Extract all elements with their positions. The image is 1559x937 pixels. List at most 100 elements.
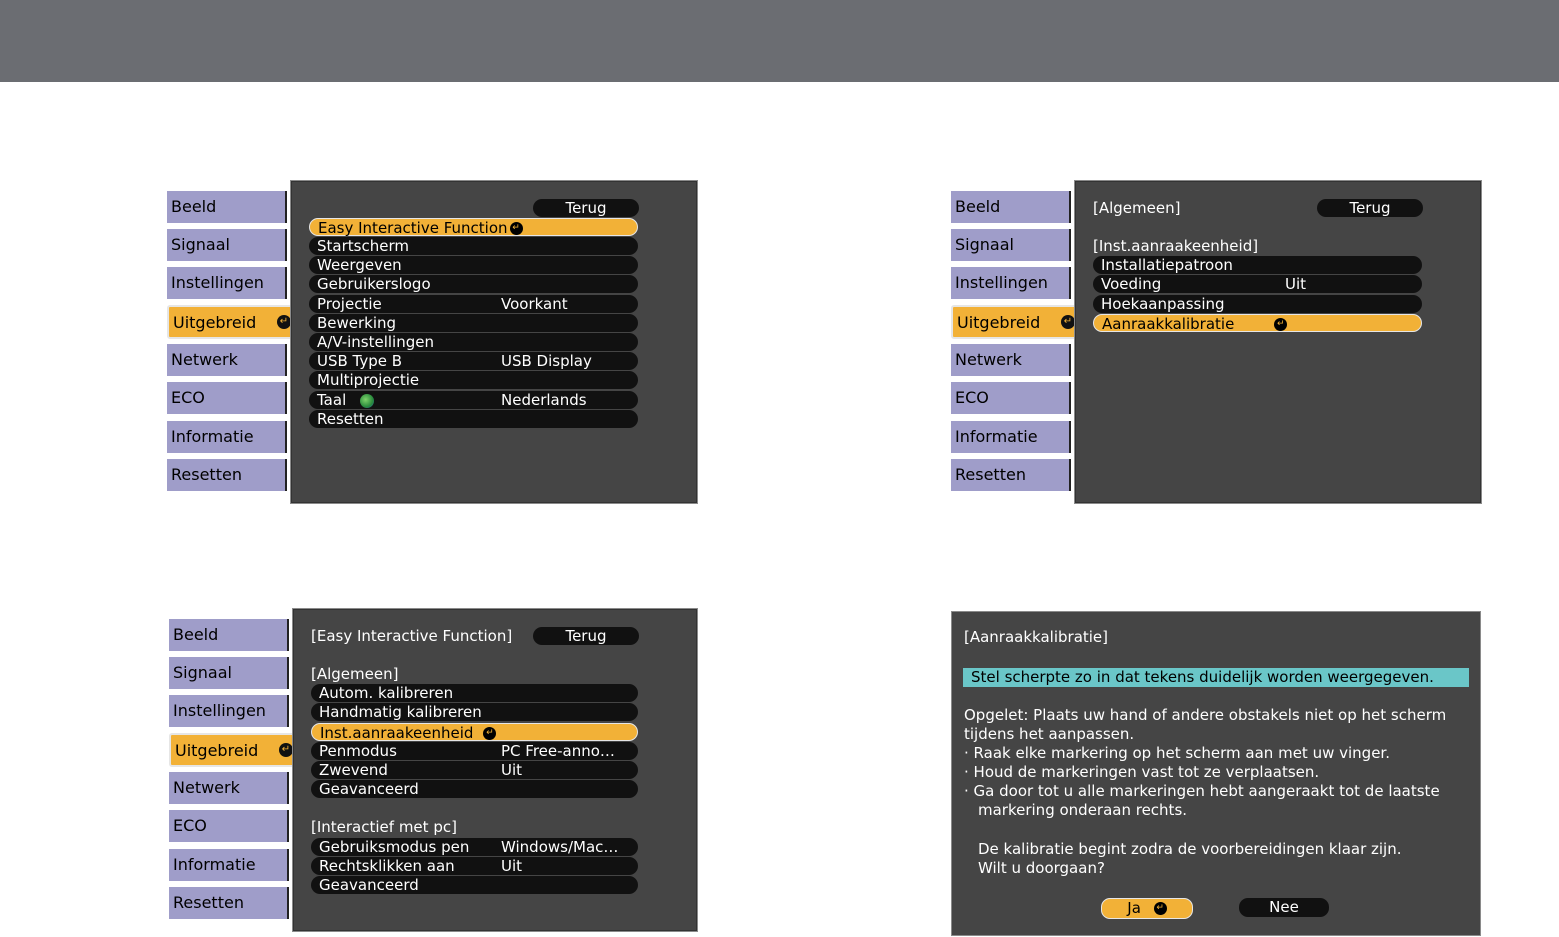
tab-label: Instellingen [173, 701, 266, 720]
tab-resetten[interactable]: Resetten [169, 887, 289, 919]
dialog-bullet: · Raak elke markering op het scherm aan … [964, 744, 1390, 762]
enter-icon: ↵ [1061, 315, 1075, 329]
tab-signaal[interactable]: Signaal [951, 229, 1071, 261]
menu-item-geavanceerd[interactable]: Geavanceerd [311, 780, 638, 798]
yes-button[interactable]: Ja ↵ [1101, 898, 1193, 919]
tab-uitgebreid[interactable]: Uitgebreid ↵ [169, 733, 301, 767]
tab-beeld[interactable]: Beeld [951, 191, 1071, 223]
menu-item-resetten[interactable]: Resetten [309, 410, 638, 428]
tab-instellingen[interactable]: Instellingen [169, 695, 289, 727]
menu-item-inst-aanraakeenheid[interactable]: Inst.aanraakeenheid ↵ [311, 723, 638, 742]
menu-item-installatiepatroon[interactable]: Installatiepatroon [1093, 256, 1422, 274]
item-label: A/V-instellingen [317, 333, 434, 351]
menu-screen: [Algemeen] Terug [Inst.aanraakeenheid] I… [1074, 180, 1482, 504]
item-label: Gebruikerslogo [317, 275, 431, 293]
menu-item-weergeven[interactable]: Weergeven [309, 256, 638, 274]
tab-resetten[interactable]: Resetten [167, 459, 287, 491]
menu-item-gebruikerslogo[interactable]: Gebruikerslogo [309, 275, 638, 293]
tab-instellingen[interactable]: Instellingen [167, 267, 287, 299]
item-value: Uit [501, 857, 523, 875]
item-label: Easy Interactive Function [318, 219, 508, 237]
tab-beeld[interactable]: Beeld [169, 619, 289, 651]
dialog-bullet-continued: markering onderaan rechts. [978, 801, 1188, 819]
menu-item-usb-type-b[interactable]: USB Type B USB Display [309, 352, 638, 370]
tab-eco[interactable]: ECO [167, 382, 287, 414]
item-label: Installatiepatroon [1101, 256, 1233, 274]
back-button[interactable]: Terug [1317, 199, 1423, 217]
dialog-question: Wilt u doorgaan? [978, 859, 1105, 877]
menu-item-aanraakkalibratie[interactable]: Aanraakkalibratie ↵ [1093, 314, 1422, 333]
menu-item-bewerking[interactable]: Bewerking [309, 314, 638, 332]
menu-item-autom-kalibreren[interactable]: Autom. kalibreren [311, 684, 638, 702]
tab-instellingen[interactable]: Instellingen [951, 267, 1071, 299]
tab-resetten[interactable]: Resetten [951, 459, 1071, 491]
tab-eco[interactable]: ECO [169, 810, 289, 842]
enter-icon: ↵ [277, 315, 291, 329]
tab-label: Beeld [955, 197, 1001, 216]
no-button[interactable]: Nee [1239, 898, 1329, 917]
tab-label: Beeld [173, 625, 219, 644]
back-button[interactable]: Terug [533, 627, 639, 645]
dialog-highlight-message: Stel scherpte zo in dat tekens duidelijk… [963, 668, 1469, 687]
item-value: Windows/Mac… [501, 838, 619, 856]
tab-label: Netwerk [955, 350, 1022, 369]
tab-netwerk[interactable]: Netwerk [951, 344, 1071, 376]
tab-netwerk[interactable]: Netwerk [169, 772, 289, 804]
menu-item-taal[interactable]: Taal Nederlands [309, 391, 638, 409]
menu-item-easy-interactive-function[interactable]: Easy Interactive Function ↵ [309, 218, 638, 237]
tab-label: ECO [173, 816, 207, 835]
enter-icon: ↵ [509, 222, 523, 235]
menu-item-gebruiksmodus-pen[interactable]: Gebruiksmodus pen Windows/Mac… [311, 838, 638, 856]
globe-icon [360, 393, 375, 408]
section-heading-algemeen: [Algemeen] [1093, 199, 1181, 217]
item-label: Projectie [317, 295, 382, 313]
tab-informatie[interactable]: Informatie [167, 421, 287, 453]
menu-item-projectie[interactable]: Projectie Voorkant [309, 295, 638, 313]
item-value: Uit [501, 761, 523, 779]
tab-signaal[interactable]: Signaal [167, 229, 287, 261]
tab-beeld[interactable]: Beeld [167, 191, 287, 223]
menu-item-penmodus[interactable]: Penmodus PC Free-anno… [311, 742, 638, 760]
item-label: USB Type B [317, 352, 403, 370]
dialog-bullet: · Ga door tot u alle markeringen hebt aa… [964, 782, 1440, 800]
dialog-bullet: · Houd de markeringen vast tot ze verpla… [964, 763, 1320, 781]
tab-signaal[interactable]: Signaal [169, 657, 289, 689]
tab-label: Informatie [171, 427, 254, 446]
item-label: Rechtsklikken aan [319, 857, 455, 875]
menu-item-rechtsklikken-aan[interactable]: Rechtsklikken aan Uit [311, 857, 638, 875]
menu-item-geavanceerd-pc[interactable]: Geavanceerd [311, 876, 638, 894]
item-value: Nederlands [501, 391, 587, 409]
tab-eco[interactable]: ECO [951, 382, 1071, 414]
menu-item-multiprojectie[interactable]: Multiprojectie [309, 371, 638, 389]
tab-label: Signaal [955, 235, 1014, 254]
item-label: Handmatig kalibreren [319, 703, 482, 721]
menu-screen: Terug Easy Interactive Function ↵ Startsc… [290, 180, 698, 504]
tab-label: Uitgebreid [173, 313, 257, 332]
menu-item-startscherm[interactable]: Startscherm [309, 237, 638, 255]
tab-label: Beeld [171, 197, 217, 216]
enter-icon: ↵ [483, 727, 497, 740]
tab-label: Signaal [171, 235, 230, 254]
menu-item-voeding[interactable]: Voeding Uit [1093, 275, 1422, 293]
menu-item-hoekaanpassing[interactable]: Hoekaanpassing [1093, 295, 1422, 313]
item-label: Geavanceerd [319, 780, 419, 798]
menu-item-zwevend[interactable]: Zwevend Uit [311, 761, 638, 779]
item-value: Voorkant [501, 295, 568, 313]
enter-icon: ↵ [279, 743, 293, 757]
back-button[interactable]: Terug [533, 199, 639, 217]
top-banner [0, 0, 1559, 82]
item-label: Taal [317, 391, 347, 409]
tab-uitgebreid[interactable]: Uitgebreid ↵ [167, 305, 299, 339]
item-label: Startscherm [317, 237, 409, 255]
menu-item-av-instellingen[interactable]: A/V-instellingen [309, 333, 638, 351]
menu-item-handmatig-kalibreren[interactable]: Handmatig kalibreren [311, 703, 638, 721]
tab-netwerk[interactable]: Netwerk [167, 344, 287, 376]
tab-label: Instellingen [955, 273, 1048, 292]
tab-informatie[interactable]: Informatie [169, 849, 289, 881]
tab-informatie[interactable]: Informatie [951, 421, 1071, 453]
tab-label: ECO [955, 388, 989, 407]
item-label: Geavanceerd [319, 876, 419, 894]
tab-label: Uitgebreid [175, 741, 259, 760]
tab-uitgebreid[interactable]: Uitgebreid ↵ [951, 305, 1083, 339]
menu-panel-touch-unit: Beeld Signaal Instellingen Uitgebreid ↵ N… [951, 180, 1483, 505]
